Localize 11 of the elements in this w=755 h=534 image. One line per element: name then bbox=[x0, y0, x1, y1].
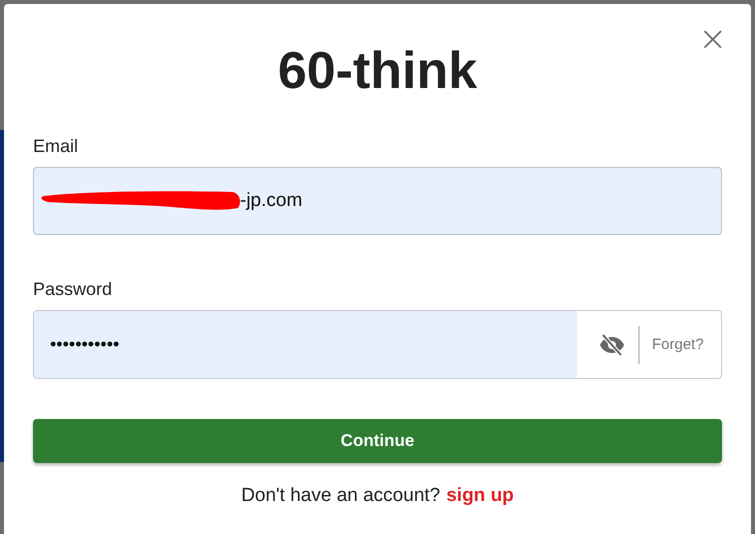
dialog-title: 60-think bbox=[278, 41, 478, 102]
email-field[interactable]: -jp.com bbox=[33, 167, 722, 235]
email-label: Email bbox=[33, 136, 78, 157]
password-field[interactable]: ••••••••••• bbox=[34, 311, 577, 378]
forgot-password-link[interactable]: Forget? bbox=[652, 336, 704, 353]
password-label: Password bbox=[33, 279, 112, 300]
eye-slash-icon[interactable] bbox=[598, 332, 626, 356]
close-button[interactable]: × bbox=[696, 22, 729, 56]
signup-prompt: Don't have an account? bbox=[241, 485, 440, 506]
signup-link[interactable]: sign up bbox=[446, 485, 514, 506]
continue-button[interactable]: Continue bbox=[33, 419, 722, 463]
